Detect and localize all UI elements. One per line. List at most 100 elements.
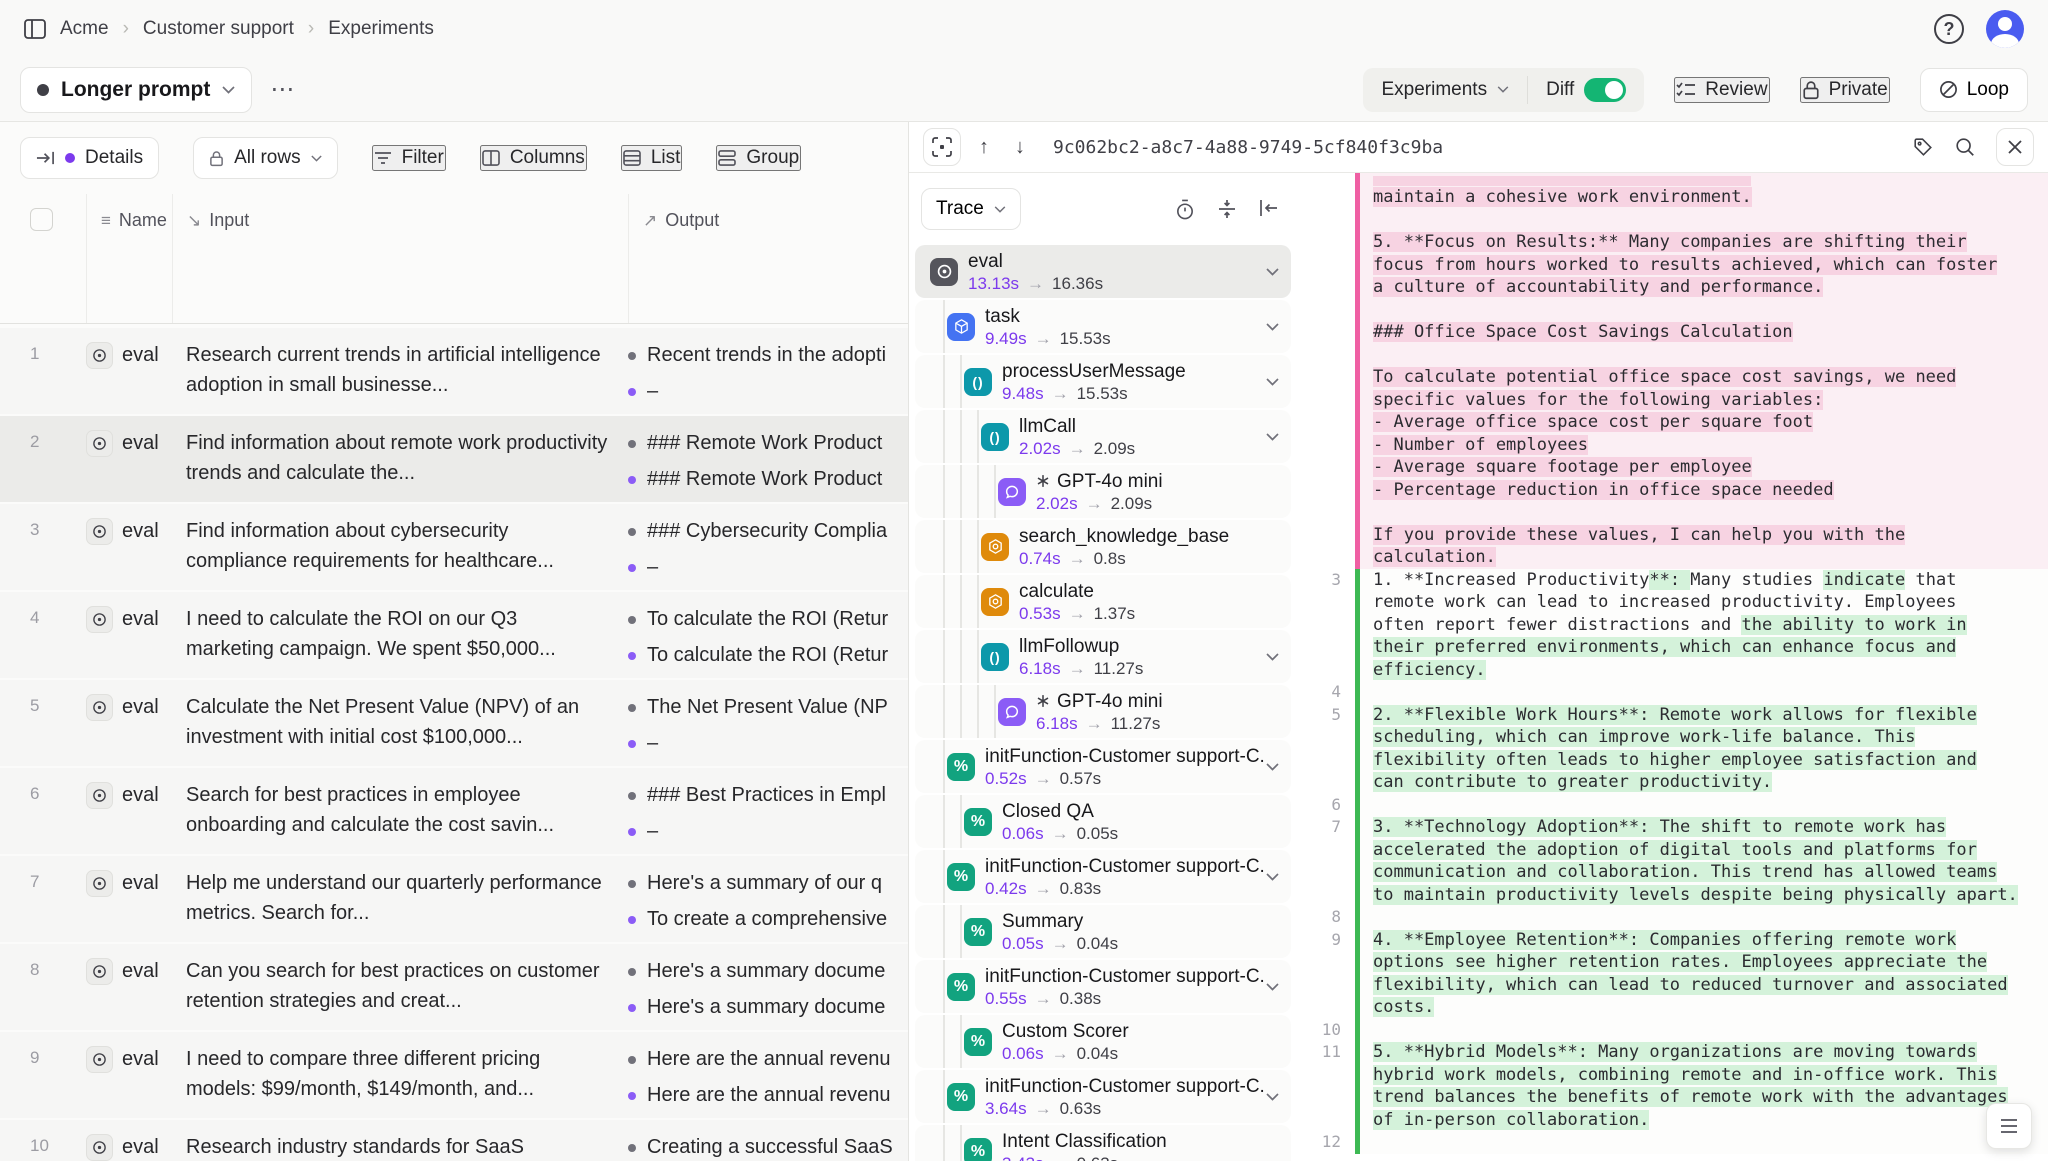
name-cell: eval bbox=[86, 1032, 172, 1118]
breadcrumb-section[interactable]: Experiments bbox=[328, 18, 434, 40]
chevron-down-icon[interactable] bbox=[1266, 323, 1291, 331]
table-row[interactable]: 6evalSearch for best practices in employ… bbox=[0, 768, 908, 854]
tree-guide-line bbox=[960, 410, 962, 463]
output-bullet-gray bbox=[628, 1056, 636, 1064]
trace-span-row[interactable]: %Intent Classification3.43s→0.63s bbox=[915, 1125, 1291, 1161]
collapse-left-icon[interactable] bbox=[1259, 199, 1279, 220]
diff-removed-line bbox=[1297, 299, 2048, 322]
tag-icon[interactable] bbox=[1912, 136, 1934, 158]
chevron-down-icon[interactable] bbox=[1266, 873, 1291, 881]
trace-span-row[interactable]: task9.49s→15.53s bbox=[915, 300, 1291, 353]
tree-guide-line bbox=[977, 685, 979, 738]
breadcrumb-project[interactable]: Customer support bbox=[143, 18, 294, 40]
tree-guide-line bbox=[943, 850, 945, 903]
rows-filter-dropdown[interactable]: All rows bbox=[193, 137, 338, 179]
search-icon[interactable] bbox=[1954, 136, 1976, 158]
tree-guide-line bbox=[960, 905, 962, 958]
chevron-down-icon[interactable] bbox=[1266, 378, 1291, 386]
trace-span-tree: eval13.13s→16.36stask9.49s→15.53s()proce… bbox=[909, 245, 1297, 1161]
chat-icon bbox=[998, 698, 1026, 726]
chevron-down-icon[interactable] bbox=[1266, 763, 1291, 771]
timing-icon[interactable] bbox=[1175, 199, 1195, 220]
more-menu-button[interactable]: ⋯ bbox=[270, 75, 296, 104]
private-button[interactable]: Private bbox=[1800, 77, 1890, 103]
trace-span-row[interactable]: ()processUserMessage9.48s→15.53s bbox=[915, 355, 1291, 408]
table-body: 1evalResearch current trends in artifici… bbox=[0, 324, 908, 1161]
trace-span-row[interactable]: ()llmCall2.02s→2.09s bbox=[915, 410, 1291, 463]
trace-span-row[interactable]: %initFunction-Customer support-C...0.55s… bbox=[915, 960, 1291, 1013]
expand-trace-button[interactable] bbox=[923, 128, 961, 166]
trace-span-row[interactable]: GPT-4o mini2.02s→2.09s bbox=[915, 465, 1291, 518]
trace-span-row[interactable]: GPT-4o mini6.18s→11.27s bbox=[915, 685, 1291, 738]
table-row[interactable]: 10evalResearch industry standards for Sa… bbox=[0, 1120, 908, 1161]
trace-view-dropdown[interactable]: Trace bbox=[921, 188, 1021, 230]
table-row[interactable]: 2evalFind information about remote work … bbox=[0, 416, 908, 502]
eval-icon bbox=[86, 1046, 113, 1073]
scroll-menu-button[interactable] bbox=[1986, 1103, 2032, 1149]
output-cell-line: Here are the annual revenu bbox=[628, 1084, 908, 1107]
trace-span-row[interactable]: search_knowledge_base0.74s→0.8s bbox=[915, 520, 1291, 573]
columns-button[interactable]: Columns bbox=[480, 145, 587, 171]
diff-line-number bbox=[1297, 839, 1355, 862]
output-bullet-purple bbox=[628, 916, 636, 924]
breadcrumb-workspace[interactable]: Acme bbox=[60, 18, 109, 40]
trace-span-row[interactable]: %initFunction-Customer support-C...3.64s… bbox=[915, 1070, 1291, 1123]
chevron-down-icon[interactable] bbox=[1266, 433, 1291, 441]
trace-span-row[interactable]: ()llmFollowup6.18s→11.27s bbox=[915, 630, 1291, 683]
column-header-output[interactable]: ↗Output bbox=[628, 194, 908, 323]
view-selector-dropdown[interactable]: Experiments bbox=[1363, 79, 1527, 101]
target-icon bbox=[930, 258, 958, 286]
output-diff-view: maintain a cohesive work environment.5. … bbox=[1297, 173, 2048, 1161]
output-cell: Creating a successful SaaS bbox=[628, 1120, 908, 1161]
tool-icon bbox=[981, 533, 1009, 561]
trace-span-row[interactable]: %Closed QA0.06s→0.05s bbox=[915, 795, 1291, 848]
experiment-name: Longer prompt bbox=[61, 78, 210, 102]
span-durations: 6.18s→11.27s bbox=[1036, 713, 1163, 734]
column-header-name[interactable]: ≡Name bbox=[86, 194, 172, 323]
select-all-checkbox[interactable] bbox=[30, 208, 53, 231]
chevron-down-icon[interactable] bbox=[1266, 983, 1291, 991]
diff-line-number bbox=[1297, 951, 1355, 974]
close-panel-button[interactable] bbox=[1996, 128, 2034, 166]
experiment-selector[interactable]: Longer prompt bbox=[20, 67, 252, 113]
trace-span-row[interactable]: %Custom Scorer0.06s→0.04s bbox=[915, 1015, 1291, 1068]
loop-icon bbox=[1939, 80, 1958, 99]
prev-row-button[interactable]: ↑ bbox=[971, 136, 997, 159]
table-row[interactable]: 1evalResearch current trends in artifici… bbox=[0, 328, 908, 414]
list-button[interactable]: List bbox=[621, 145, 683, 171]
details-button[interactable]: Details bbox=[20, 137, 159, 179]
next-row-button[interactable]: ↓ bbox=[1007, 136, 1033, 159]
table-row[interactable]: 9evalI need to compare three different p… bbox=[0, 1032, 908, 1118]
diff-removed-line: - Average office space cost per square f… bbox=[1297, 411, 2048, 434]
sidebar-toggle-icon[interactable] bbox=[24, 19, 46, 39]
table-row[interactable]: 4evalI need to calculate the ROI on our … bbox=[0, 592, 908, 678]
chevron-down-icon[interactable] bbox=[1266, 268, 1291, 276]
column-header-input[interactable]: ↘Input bbox=[172, 194, 628, 323]
loop-button[interactable]: Loop bbox=[1920, 68, 2028, 112]
experiment-color-dot bbox=[37, 84, 49, 96]
trace-span-row[interactable]: eval13.13s→16.36s bbox=[915, 245, 1291, 298]
collapse-vertical-icon[interactable] bbox=[1217, 199, 1237, 220]
chevron-down-icon bbox=[994, 206, 1006, 213]
help-icon[interactable]: ? bbox=[1934, 14, 1964, 44]
diff-line-number bbox=[1297, 614, 1355, 637]
trace-span-row[interactable]: %initFunction-Customer support-C...0.42s… bbox=[915, 850, 1291, 903]
trace-span-row[interactable]: %Summary0.05s→0.04s bbox=[915, 905, 1291, 958]
filter-button[interactable]: Filter bbox=[372, 145, 446, 171]
table-row[interactable]: 5evalCalculate the Net Present Value (NP… bbox=[0, 680, 908, 766]
table-row[interactable]: 7evalHelp me understand our quarterly pe… bbox=[0, 856, 908, 942]
table-row[interactable]: 3evalFind information about cybersecurit… bbox=[0, 504, 908, 590]
group-button[interactable]: Group bbox=[716, 145, 801, 171]
diff-removed-line-partial bbox=[1297, 173, 2048, 186]
diff-removed-line bbox=[1297, 501, 2048, 524]
parens-icon: () bbox=[981, 643, 1009, 671]
chevron-down-icon[interactable] bbox=[1266, 1093, 1291, 1101]
review-button[interactable]: Review bbox=[1674, 77, 1769, 103]
trace-span-row[interactable]: %initFunction-Customer support-C...0.52s… bbox=[915, 740, 1291, 793]
diff-toggle[interactable] bbox=[1584, 78, 1626, 102]
span-name: processUserMessage bbox=[1002, 360, 1186, 383]
trace-span-row[interactable]: calculate0.53s→1.37s bbox=[915, 575, 1291, 628]
table-row[interactable]: 8evalCan you search for best practices o… bbox=[0, 944, 908, 1030]
avatar[interactable] bbox=[1986, 10, 2024, 48]
chevron-down-icon[interactable] bbox=[1266, 653, 1291, 661]
